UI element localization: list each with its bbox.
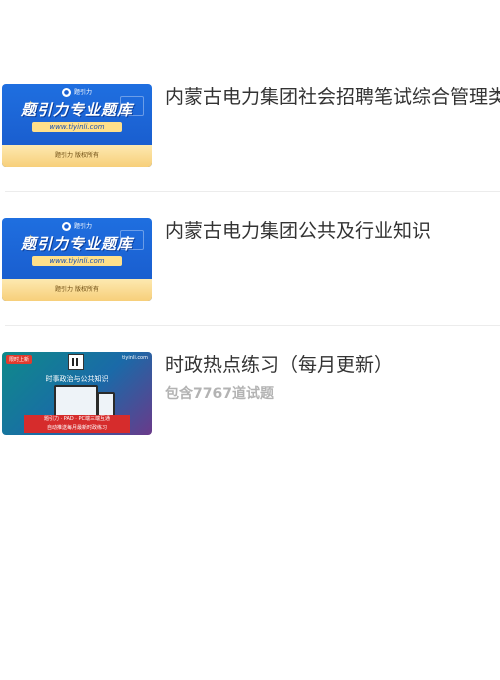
promo-banner: ● 题引力 ★ 题引力专业题库 www.tiyinli.com 题引力 版权所有	[2, 84, 152, 167]
brand-logo-icon: ●	[61, 222, 71, 231]
banner-headline: 题引力专业题库	[20, 235, 133, 253]
course-thumbnail[interactable]: ● 题引力 ★ 题引力专业题库 www.tiyinli.com 题引力 版权所有	[2, 84, 152, 167]
question-count: 包含7767道试题	[165, 386, 274, 402]
banner-footer-line1: 题引力 · PAD · PC端三端互通	[43, 416, 110, 422]
current-affairs-banner: 限时上新 tiyinli.com 时事政治与公共知识 题引力 · PAD · P…	[2, 352, 152, 435]
course-item[interactable]: ● 题引力 ★ 题引力专业题库 www.tiyinli.com 题引力 版权所有 …	[0, 192, 500, 326]
banner-footer: 题引力 版权所有	[2, 145, 152, 167]
course-title[interactable]: 内蒙古电力集团公共及行业知识	[165, 219, 500, 243]
promo-banner: ● 题引力 ★ 题引力专业题库 www.tiyinli.com 题引力 版权所有	[2, 218, 152, 301]
banner-footer: 题引力 版权所有	[2, 279, 152, 301]
brand-name: 题引力	[73, 89, 92, 96]
banner-footer: 题引力 · PAD · PC端三端互通 自动推送每月最新时政练习	[24, 415, 130, 433]
course-item[interactable]: 限时上新 tiyinli.com 时事政治与公共知识 题引力 · PAD · P…	[0, 326, 500, 460]
banner-url: www.tiyinli.com	[32, 122, 122, 132]
banner-headline: 题引力专业题库	[20, 101, 133, 119]
course-title[interactable]: 内蒙古电力集团社会招聘笔试综合管理类	[165, 85, 500, 109]
course-thumbnail[interactable]: ● 题引力 ★ 题引力专业题库 www.tiyinli.com 题引力 版权所有	[2, 218, 152, 301]
course-item[interactable]: ● 题引力 ★ 题引力专业题库 www.tiyinli.com 题引力 版权所有 …	[0, 58, 500, 192]
qr-code-icon	[68, 354, 84, 370]
banner-url: www.tiyinli.com	[32, 256, 122, 266]
course-list: ● 题引力 ★ 题引力专业题库 www.tiyinli.com 题引力 版权所有 …	[0, 58, 500, 460]
banner-site: tiyinli.com	[122, 355, 148, 361]
course-title[interactable]: 时政热点练习（每月更新）	[165, 353, 500, 377]
brand-name: 题引力	[73, 223, 92, 230]
new-tag-badge: 限时上新	[6, 355, 33, 364]
laptop-icon	[54, 385, 98, 417]
brand-logo-icon: ●	[61, 88, 71, 97]
course-thumbnail[interactable]: 限时上新 tiyinli.com 时事政治与公共知识 题引力 · PAD · P…	[2, 352, 152, 435]
course-list-page: ● 题引力 ★ 题引力专业题库 www.tiyinli.com 题引力 版权所有 …	[0, 0, 500, 680]
banner-heading: 时事政治与公共知识	[45, 375, 109, 383]
banner-footer-line2: 自动推送每月最新时政练习	[46, 425, 107, 431]
